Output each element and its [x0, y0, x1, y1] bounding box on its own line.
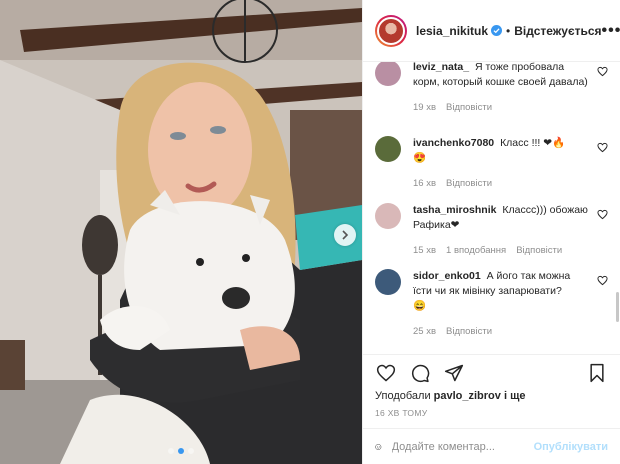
following-button[interactable]: Відстежується	[514, 24, 601, 38]
comment-time[interactable]: 19 хв	[413, 100, 436, 115]
carousel-dots	[0, 448, 362, 454]
more-dots-icon[interactable]: •••	[602, 22, 620, 40]
comment-avatar[interactable]	[375, 136, 401, 162]
comment-avatar[interactable]	[375, 62, 401, 86]
comment-meta: 16 хв Відповісти	[413, 176, 590, 191]
chevron-right-icon	[342, 230, 349, 240]
likes-prefix: Уподобали	[375, 390, 431, 402]
like-button[interactable]	[375, 362, 397, 384]
comment-meta: 19 хв Відповісти	[413, 100, 590, 115]
carousel-next-button[interactable]	[334, 224, 356, 246]
post-header: lesia_nikituk • Відстежується •••	[363, 0, 620, 62]
post-actions-area: Уподобали pavlo_zibrov і ще 16 ХВ ТОМУ	[363, 354, 620, 428]
comment-bubble-icon	[411, 364, 430, 383]
action-bar	[363, 359, 620, 387]
comment-username[interactable]: sidor_enko01	[413, 270, 481, 282]
comment-username[interactable]: leviz_nata_	[413, 62, 469, 73]
header-separator: •	[506, 23, 511, 38]
likes-summary: Уподобали pavlo_zibrov і ще	[363, 390, 620, 402]
post-photo	[0, 0, 362, 464]
post-media[interactable]	[0, 0, 362, 464]
heart-outline-icon[interactable]	[597, 209, 608, 220]
verified-badge-icon	[491, 25, 503, 36]
heart-icon	[376, 364, 396, 382]
comment-time[interactable]: 15 хв	[413, 243, 436, 258]
paper-plane-icon	[444, 364, 464, 382]
post-timestamp[interactable]: 16 ХВ ТОМУ	[363, 408, 620, 418]
comments-list[interactable]: leviz_nata_ Я тоже пробовала корм, котор…	[363, 62, 620, 354]
carousel-dot	[188, 448, 194, 454]
comment-avatar[interactable]	[375, 269, 401, 295]
share-button[interactable]	[443, 362, 465, 384]
comments-scrollbar[interactable]	[616, 292, 619, 322]
heart-outline-icon[interactable]	[597, 66, 608, 77]
comment-button[interactable]	[409, 362, 431, 384]
emoji-icon[interactable]	[375, 436, 382, 458]
comment-text-line2: 😄	[413, 300, 427, 312]
comment-item: tasha_miroshnik Классс))) обожаю Рафика❤…	[375, 203, 608, 258]
likes-others-link[interactable]: і ще	[504, 390, 526, 402]
comment-username[interactable]: tasha_miroshnik	[413, 204, 496, 216]
reply-button[interactable]: Відповісти	[516, 243, 562, 258]
comment-input[interactable]	[391, 440, 534, 453]
save-button[interactable]	[586, 362, 608, 384]
comment-likes-count[interactable]: 1 вподобання	[446, 243, 506, 258]
comment-meta: 15 хв 1 вподобання Відповісти	[413, 243, 590, 258]
comment-avatar[interactable]	[375, 203, 401, 229]
comment-username[interactable]: ivanchenko7080	[413, 137, 494, 149]
comment-text-line2: 😍	[413, 152, 427, 164]
comment-item: sidor_enko01 А його так можна їсти чи як…	[375, 269, 608, 339]
comment-text: Класс !!! ❤🔥	[500, 137, 566, 149]
heart-outline-icon[interactable]	[597, 275, 608, 286]
reply-button[interactable]: Відповісти	[446, 176, 492, 191]
comment-item: leviz_nata_ Я тоже пробовала корм, котор…	[375, 62, 608, 115]
reply-button[interactable]: Відповісти	[446, 100, 492, 115]
likes-user-link[interactable]: pavlo_zibrov	[434, 390, 501, 402]
bookmark-icon	[590, 363, 604, 383]
carousel-dot-active	[178, 448, 184, 454]
comment-item: ivanchenko7080 Класс !!! ❤🔥 😍 16 хв Відп…	[375, 136, 608, 191]
comment-meta: 25 хв Відповісти	[413, 324, 590, 339]
carousel-dot	[168, 448, 174, 454]
post-author-username[interactable]: lesia_nikituk	[416, 24, 488, 38]
avatar[interactable]	[375, 14, 407, 47]
instagram-post: lesia_nikituk • Відстежується ••• leviz_…	[0, 0, 620, 464]
publish-button[interactable]: Опублікувати	[534, 441, 608, 453]
add-comment-bar: Опублікувати	[363, 428, 620, 464]
comment-time[interactable]: 16 хв	[413, 176, 436, 191]
heart-outline-icon[interactable]	[597, 142, 608, 153]
reply-button[interactable]: Відповісти	[446, 324, 492, 339]
comment-time[interactable]: 25 хв	[413, 324, 436, 339]
post-side-panel: lesia_nikituk • Відстежується ••• leviz_…	[362, 0, 620, 464]
